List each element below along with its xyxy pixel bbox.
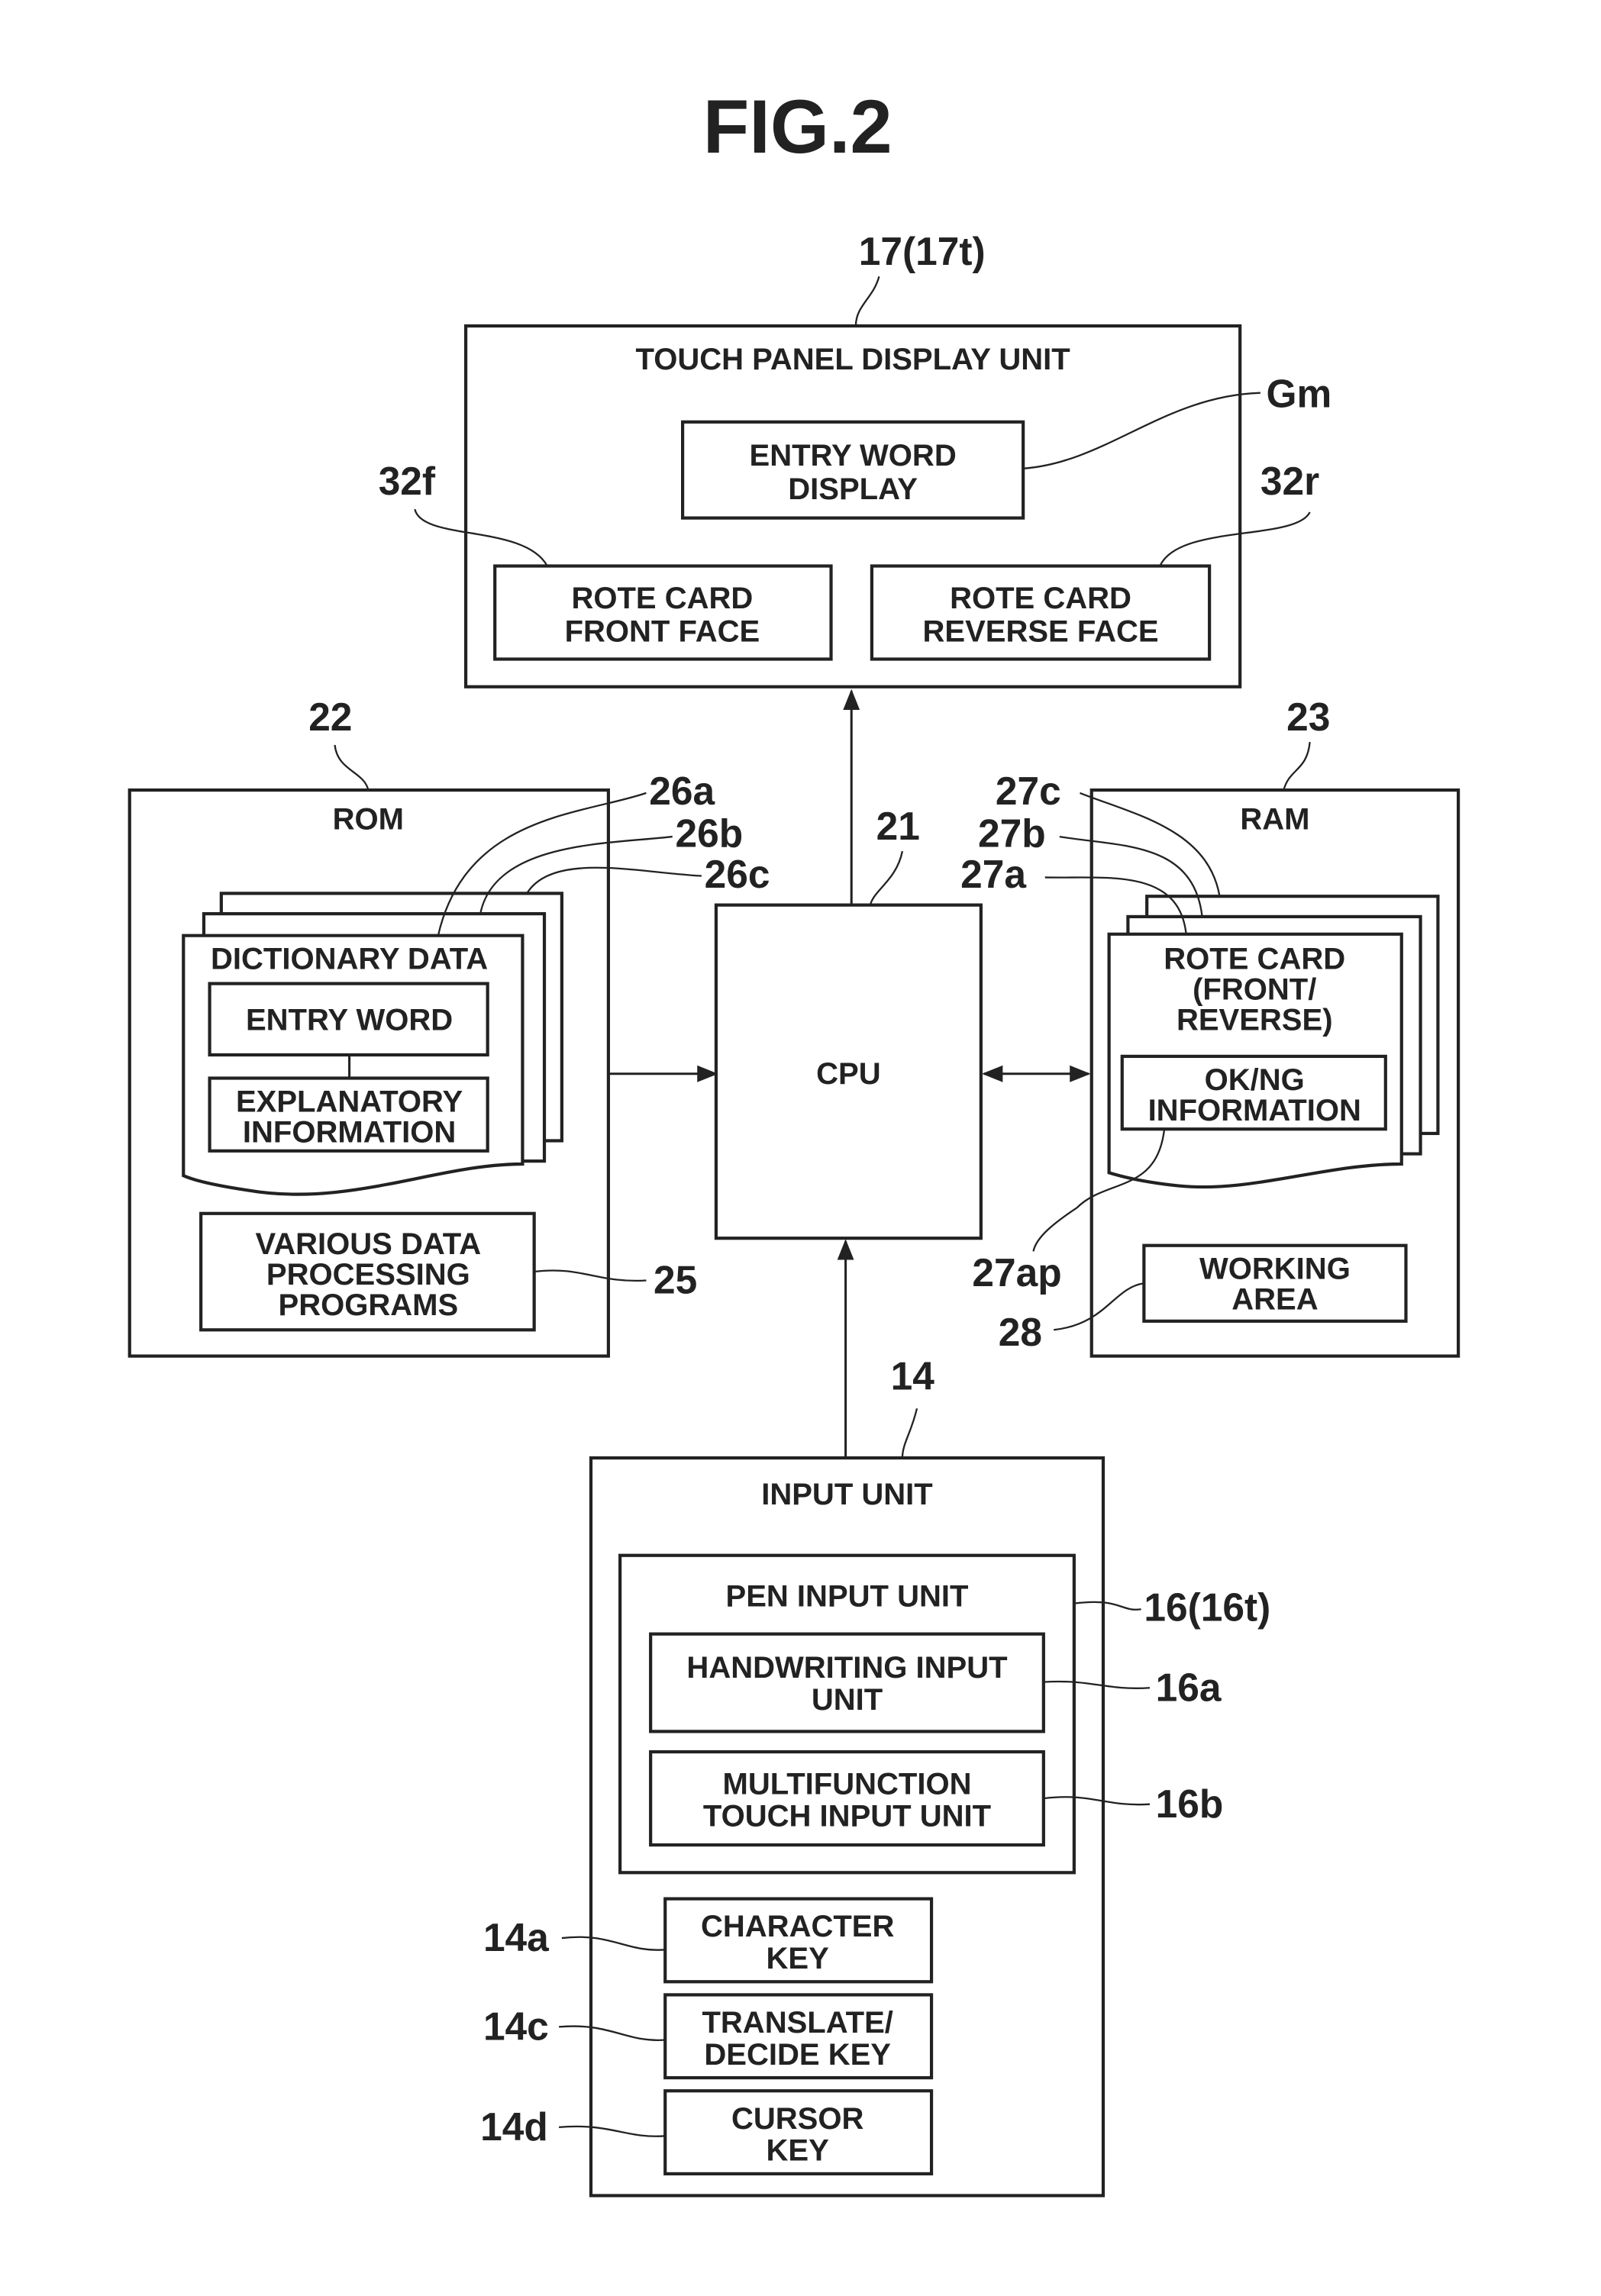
ref-14a: 14a <box>483 1915 549 1959</box>
figure-title: FIG.2 <box>703 85 892 169</box>
explanatory-line1: EXPLANATORY <box>236 1085 463 1118</box>
input-unit-label: INPUT UNIT <box>761 1478 933 1511</box>
okng-line2: INFORMATION <box>1148 1094 1361 1127</box>
cursor-key-line2: KEY <box>767 2134 830 2168</box>
programs-line3: PROGRAMS <box>279 1288 459 1322</box>
working-line1: WORKING <box>1199 1253 1351 1286</box>
working-line2: AREA <box>1231 1283 1318 1317</box>
entry-word-display-line2: DISPLAY <box>788 472 918 506</box>
ref-21: 21 <box>876 804 920 848</box>
rom-label: ROM <box>333 803 404 837</box>
entry-word-display-line1: ENTRY WORD <box>750 439 957 472</box>
ref-25: 25 <box>654 1258 697 1302</box>
ref-27b: 27b <box>978 811 1046 855</box>
programs-line1: VARIOUS DATA <box>256 1227 482 1261</box>
ref-27c: 27c <box>996 769 1061 813</box>
entry-word-label: ENTRY WORD <box>246 1004 453 1037</box>
ref-27a: 27a <box>960 852 1026 896</box>
rote-card-line3: REVERSE) <box>1177 1004 1333 1037</box>
rote-card-line2: (FRONT/ <box>1193 973 1316 1007</box>
front-face-line2: FRONT FACE <box>565 615 760 649</box>
ref-27ap: 27ap <box>972 1250 1061 1295</box>
ref-14: 14 <box>891 1353 935 1398</box>
multifunction-line1: MULTIFUNCTION <box>722 1767 971 1801</box>
reverse-face-line2: REVERSE FACE <box>922 615 1158 649</box>
ref-16: 16(16t) <box>1144 1585 1270 1630</box>
ram-block: 23 RAM ROTE CARD (FRONT/ REVERSE) OK/NG … <box>960 695 1461 1358</box>
handwriting-line2: UNIT <box>812 1683 883 1717</box>
ram-label: RAM <box>1240 803 1309 837</box>
touch-panel-label: TOUCH PANEL DISPLAY UNIT <box>636 343 1071 376</box>
ref-22: 22 <box>308 695 352 739</box>
leader-22 <box>334 744 370 791</box>
ref-16a: 16a <box>1156 1665 1222 1709</box>
ref-32r: 32r <box>1260 459 1319 503</box>
character-key-line1: CHARACTER <box>701 1910 895 1943</box>
multifunction-line2: TOUCH INPUT UNIT <box>703 1799 992 1833</box>
rom-block: 22 ROM DICTIONARY DATA ENTRY WORD EXPLAN… <box>127 695 770 1358</box>
ref-32f: 32f <box>379 459 436 503</box>
ref-14c: 14c <box>483 2004 549 2049</box>
ref-17: 17(17t) <box>859 229 986 273</box>
character-key-line2: KEY <box>767 1942 830 1975</box>
dictionary-data-label: DICTIONARY DATA <box>211 943 488 976</box>
front-face-line1: ROTE CARD <box>571 582 753 615</box>
rote-card-line1: ROTE CARD <box>1164 943 1345 976</box>
okng-line1: OK/NG <box>1205 1063 1305 1097</box>
handwriting-line1: HANDWRITING INPUT <box>686 1651 1008 1685</box>
ref-16b: 16b <box>1156 1782 1224 1826</box>
ref-14d: 14d <box>480 2104 548 2149</box>
ref-gm: Gm <box>1266 372 1331 416</box>
leader-14 <box>901 1408 918 1459</box>
ref-26c: 26c <box>705 852 770 896</box>
cpu-label: CPU <box>816 1057 881 1091</box>
cursor-key-line1: CURSOR <box>731 2102 864 2136</box>
ref-28: 28 <box>999 1310 1042 1354</box>
leader-21 <box>869 850 904 905</box>
ref-26a: 26a <box>649 769 715 813</box>
explanatory-line2: INFORMATION <box>243 1115 456 1149</box>
ref-23: 23 <box>1286 695 1330 739</box>
pen-input-unit-label: PEN INPUT UNIT <box>726 1579 969 1613</box>
block-diagram: FIG.2 17(17t) TOUCH PANEL DISPLAY UNIT E… <box>127 85 1461 2198</box>
touch-panel-display-unit: 17(17t) TOUCH PANEL DISPLAY UNIT ENTRY W… <box>379 229 1331 688</box>
leader-17 <box>854 276 880 327</box>
input-unit-block: 14 INPUT UNIT PEN INPUT UNIT 16(16t) HAN… <box>480 1353 1270 2198</box>
ref-26b: 26b <box>676 811 744 855</box>
translate-key-line1: TRANSLATE/ <box>702 2006 892 2040</box>
programs-line2: PROCESSING <box>266 1258 470 1292</box>
leader-23 <box>1283 742 1311 791</box>
reverse-face-line1: ROTE CARD <box>950 582 1131 615</box>
translate-key-line2: DECIDE KEY <box>704 2038 891 2072</box>
